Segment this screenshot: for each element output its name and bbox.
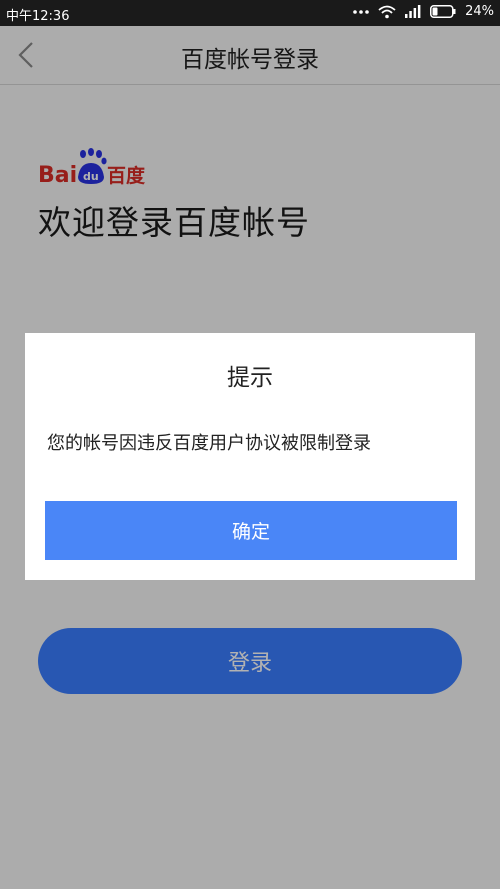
wifi-icon	[378, 5, 396, 18]
status-bar: 中午12:36 24%	[0, 0, 500, 26]
more-dots-icon	[353, 9, 369, 14]
battery-percent: 24%	[465, 4, 494, 19]
battery-icon	[430, 5, 456, 18]
alert-dialog: 提示 您的帐号因违反百度用户协议被限制登录 确定	[25, 333, 475, 580]
status-time: 中午12:36	[6, 9, 70, 24]
dialog-title: 提示	[227, 365, 273, 391]
signal-icon	[405, 5, 421, 18]
status-icons: 24%	[353, 4, 494, 19]
dialog-message: 您的帐号因违反百度用户协议被限制登录	[47, 433, 371, 454]
confirm-button[interactable]: 确定	[45, 501, 457, 560]
